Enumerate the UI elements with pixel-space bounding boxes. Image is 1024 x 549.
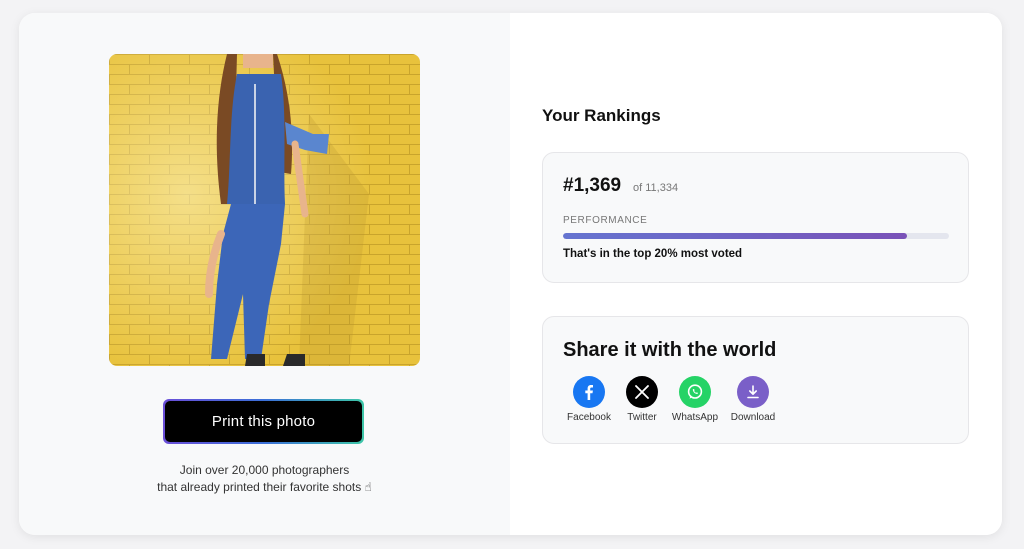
print-promo-line-2: that already printed their favorite shot… <box>157 480 372 494</box>
download-icon <box>737 376 769 408</box>
whatsapp-icon <box>679 376 711 408</box>
rank-total: of 11,334 <box>633 182 679 194</box>
share-download-label: Download <box>730 412 776 423</box>
share-whatsapp-button[interactable]: WhatsApp <box>663 376 727 423</box>
stats-panel: Your Rankings #1,369 of 11,334 PERFORMAN… <box>510 13 1002 535</box>
share-whatsapp-label: WhatsApp <box>671 412 719 423</box>
x-icon <box>626 376 658 408</box>
facebook-icon <box>573 376 605 408</box>
photo-thumbnail[interactable] <box>109 54 420 366</box>
print-photo-button[interactable]: Print this photo <box>163 399 364 444</box>
photo-panel: Print this photo Join over 20,000 photog… <box>19 13 510 535</box>
ranking-card: #1,369 of 11,334 PERFORMANCE That's in t… <box>542 152 969 283</box>
share-download-button[interactable]: Download <box>721 376 785 423</box>
rankings-heading: Your Rankings <box>542 106 661 125</box>
result-card: Print this photo Join over 20,000 photog… <box>19 13 1002 535</box>
print-promo-line-1: Join over 20,000 photographers <box>179 463 350 477</box>
print-photo-label: Print this photo <box>165 401 362 442</box>
performance-bar-fill <box>563 233 907 239</box>
share-card: Share it with the world Facebook Twitter… <box>542 316 969 444</box>
performance-note: That's in the top 20% most voted <box>563 248 743 260</box>
performance-bar <box>563 233 949 239</box>
share-heading: Share it with the world <box>563 339 777 361</box>
photo-image <box>109 54 420 366</box>
performance-label: PERFORMANCE <box>563 215 648 226</box>
print-promo-text: Join over 20,000 photographers that alre… <box>19 462 510 496</box>
rank-number: #1,369 <box>563 175 622 196</box>
